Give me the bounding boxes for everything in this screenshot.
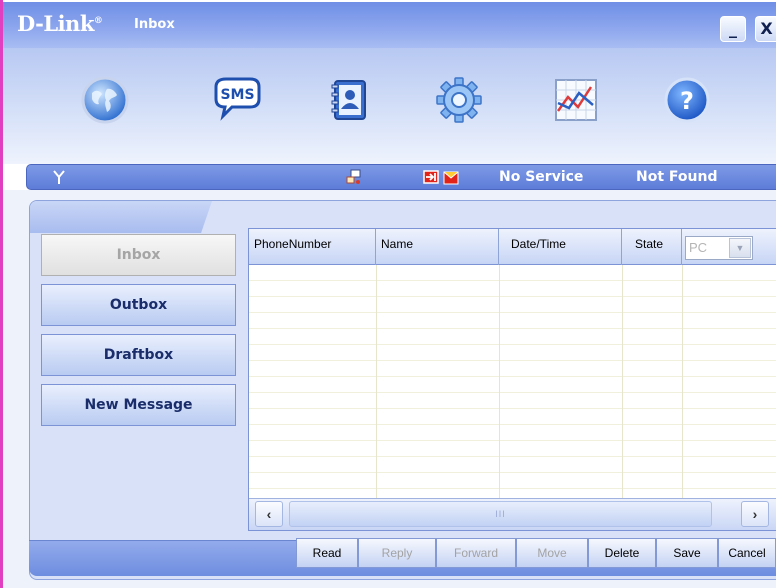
scroll-left-button[interactable]: ‹: [255, 501, 283, 527]
panel-tab: [30, 201, 212, 233]
save-button[interactable]: Save: [656, 538, 718, 568]
column-divider: [682, 265, 683, 498]
title-bar[interactable]: D-Link® Inbox _ X: [3, 2, 776, 48]
sidebar-item-outbox[interactable]: Outbox: [41, 284, 236, 326]
statistics-icon: [555, 79, 597, 121]
message-full-icon: [443, 171, 459, 185]
read-button[interactable]: Read: [296, 538, 358, 568]
column-header-name[interactable]: Name: [376, 229, 499, 265]
minimize-button[interactable]: _: [720, 16, 746, 42]
column-divider: [622, 265, 623, 498]
message-in-icon: [423, 170, 439, 184]
forward-button[interactable]: Forward: [436, 538, 516, 568]
antenna-icon: [53, 170, 65, 184]
globe-icon: [81, 76, 129, 124]
settings-button[interactable]: [433, 74, 485, 126]
service-status: No Service: [499, 169, 584, 185]
horizontal-scrollbar[interactable]: ‹ III ›: [249, 498, 776, 530]
cancel-button[interactable]: Cancel: [718, 538, 776, 568]
sms-icon: SMS: [214, 77, 261, 121]
move-button[interactable]: Move: [516, 538, 588, 568]
gear-icon: [436, 77, 482, 123]
messages-table: PhoneNumber Name Date/Time State PC ▼ ‹ …: [248, 228, 776, 531]
network-icon: [346, 169, 361, 184]
status-bar: No Service Not Found: [26, 164, 776, 190]
column-header-state[interactable]: State: [622, 229, 682, 265]
device-status: Not Found: [636, 169, 718, 185]
statistics-button[interactable]: [550, 74, 602, 126]
storage-select[interactable]: PC ▼: [685, 236, 753, 260]
sms-button[interactable]: SMS: [211, 74, 263, 126]
svg-text:SMS: SMS: [220, 87, 254, 103]
sidebar-item-draftbox[interactable]: Draftbox: [41, 334, 236, 376]
delete-button[interactable]: Delete: [588, 538, 656, 568]
dlink-logo: D-Link®: [17, 11, 103, 36]
dlink-connection-manager-window: D-Link® Inbox _ X SMS ? No Service Not F…: [0, 0, 776, 588]
window-title: Inbox: [134, 17, 175, 32]
main-toolbar: SMS ?: [3, 48, 776, 164]
phonebook-button[interactable]: [323, 74, 375, 126]
table-header: PhoneNumber Name Date/Time State PC ▼: [249, 229, 776, 265]
scroll-right-button[interactable]: ›: [741, 501, 769, 527]
help-button[interactable]: ?: [661, 74, 713, 126]
svg-text:?: ?: [680, 87, 694, 115]
sidebar-item-new-message[interactable]: New Message: [41, 384, 236, 426]
close-button[interactable]: X: [755, 16, 776, 42]
scroll-thumb[interactable]: III: [289, 501, 712, 527]
column-divider: [376, 265, 377, 498]
help-icon: ?: [664, 77, 710, 123]
column-header-phonenumber[interactable]: PhoneNumber: [249, 229, 376, 265]
column-divider: [499, 265, 500, 498]
table-body[interactable]: [249, 265, 776, 498]
internet-button[interactable]: [79, 74, 131, 126]
chevron-down-icon[interactable]: ▼: [729, 238, 751, 258]
phonebook-icon: [331, 80, 366, 120]
storage-select-value: PC: [689, 240, 708, 255]
sidebar-item-inbox[interactable]: Inbox: [41, 234, 236, 276]
reply-button[interactable]: Reply: [358, 538, 436, 568]
column-header-datetime[interactable]: Date/Time: [499, 229, 622, 265]
